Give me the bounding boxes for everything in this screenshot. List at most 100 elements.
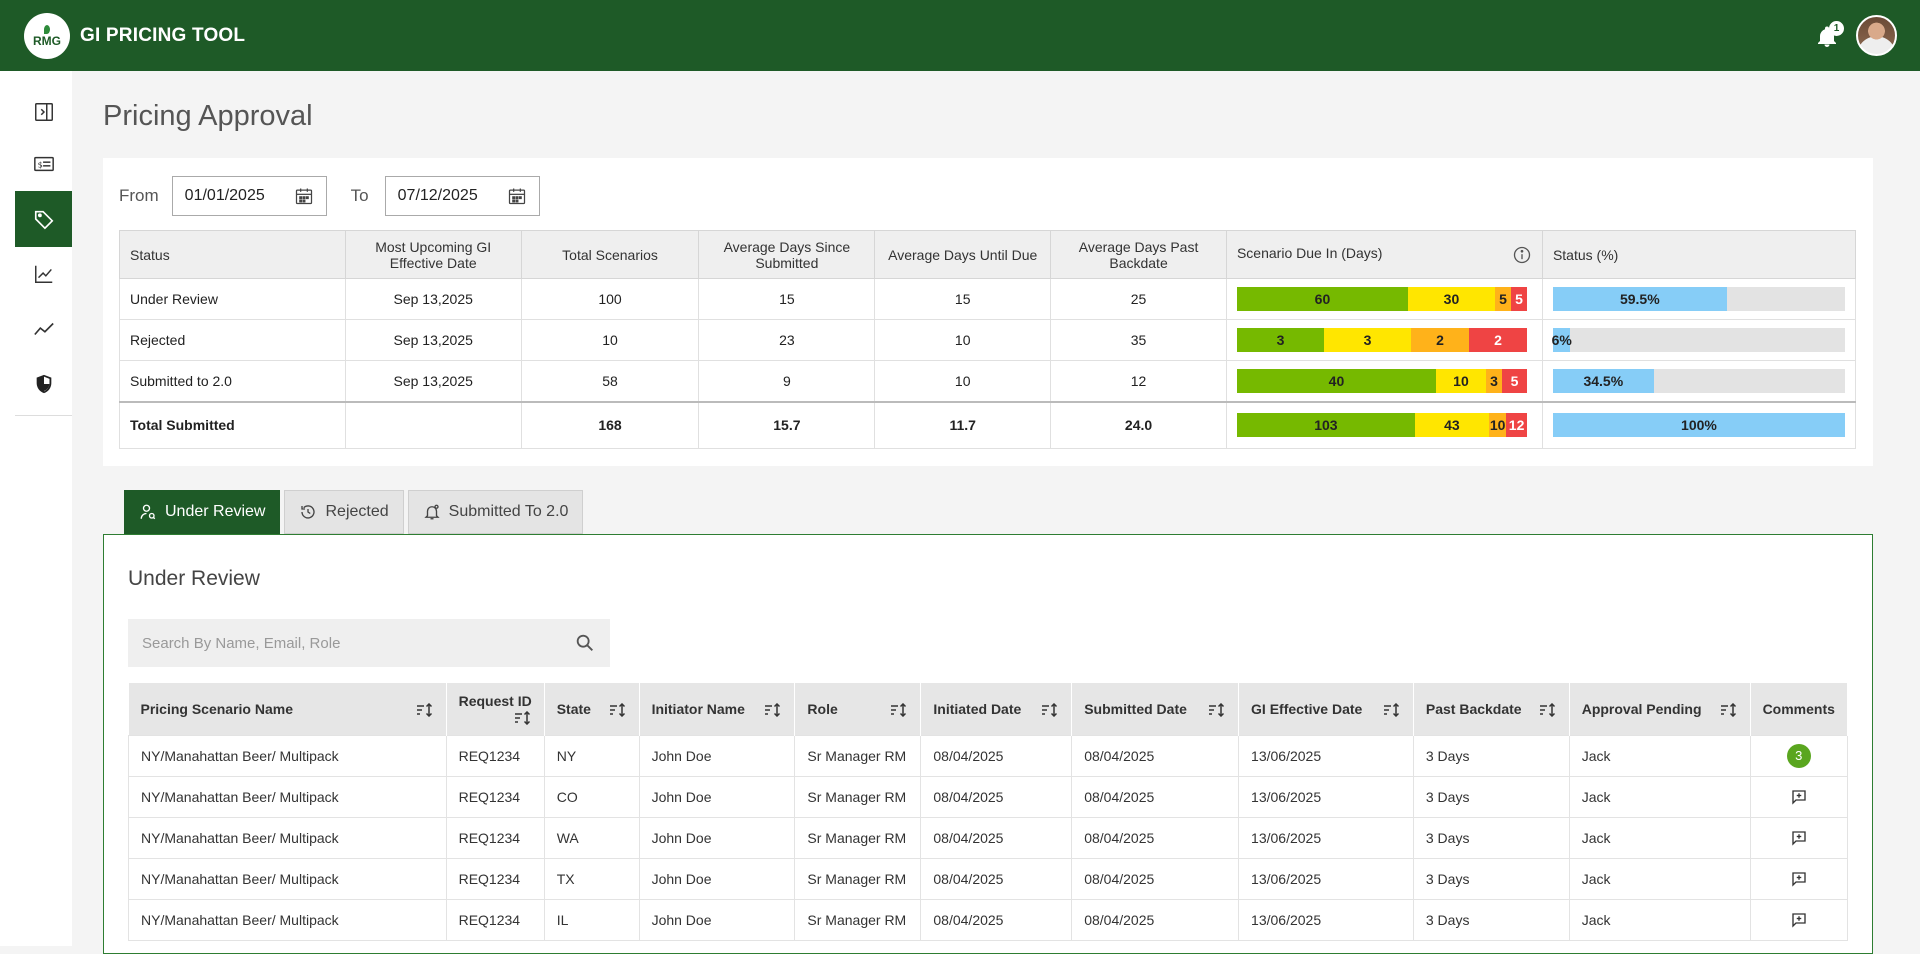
- expand-sidebar-icon[interactable]: [15, 85, 72, 139]
- sort-icon[interactable]: [1383, 702, 1401, 717]
- column-header[interactable]: Submitted Date: [1071, 683, 1240, 735]
- pricing-card-icon[interactable]: $: [15, 137, 72, 191]
- status-progress-fill: 34.5%: [1552, 368, 1654, 393]
- from-label: From: [119, 186, 159, 205]
- cell-comments: [1749, 898, 1849, 941]
- add-comment-icon[interactable]: [1790, 870, 1808, 888]
- analytics-chart-icon[interactable]: [15, 247, 72, 301]
- column-header[interactable]: Role: [794, 683, 922, 735]
- sort-icon[interactable]: [1539, 702, 1557, 717]
- table-row[interactable]: NY/Manahattan Beer/ Multipack REQ1234 IL Jo…: [128, 898, 1849, 941]
- due-segment-red: 5: [1510, 287, 1527, 311]
- due-stacked-bar: 40 10 3 5: [1236, 368, 1527, 393]
- cell-role: Sr Manager RM: [794, 775, 922, 818]
- due-segment-green: 40: [1236, 368, 1436, 393]
- table-row[interactable]: NY/Manahattan Beer/ Multipack REQ1234 CO Jo…: [128, 775, 1849, 818]
- add-comment-icon[interactable]: [1790, 911, 1808, 929]
- column-header[interactable]: Past Backdate: [1413, 683, 1570, 735]
- summary-header-row: Status Most Upcoming GI Effective Date T…: [119, 230, 1857, 279]
- column-header[interactable]: Approval Pending: [1569, 683, 1751, 735]
- to-date-field[interactable]: 07/12/2025: [384, 176, 540, 216]
- table-header-row: Pricing Scenario Name Request ID State Init…: [128, 683, 1849, 735]
- column-header-label: Pricing Scenario Name: [140, 700, 294, 717]
- under-review-panel: Under Review Pricing Scenario Name Reques…: [103, 534, 1873, 954]
- cell-name: NY/Manahattan Beer/ Multipack: [128, 816, 447, 859]
- summary-cell-past: 25: [1050, 278, 1227, 320]
- security-shield-icon[interactable]: [15, 357, 72, 411]
- sort-icon[interactable]: [1208, 702, 1226, 717]
- summary-cell-date: Sep 13,2025: [344, 360, 522, 402]
- summary-cell-status: Total Submitted: [119, 400, 346, 449]
- summary-row: Submitted to 2.0 Sep 13,2025 58 9 10 12 40 10 3 5…: [119, 360, 1857, 402]
- column-header[interactable]: Pricing Scenario Name: [128, 683, 447, 735]
- column-header[interactable]: Initiated Date: [920, 683, 1073, 735]
- sidebar: $: [0, 71, 72, 946]
- summary-cell-until: 10: [874, 319, 1052, 361]
- add-comment-icon[interactable]: [1790, 829, 1808, 847]
- due-segment-green: 3: [1236, 328, 1324, 352]
- to-label: To: [350, 186, 369, 205]
- calendar-icon[interactable]: [294, 186, 314, 206]
- column-header-label: Initiator Name: [651, 700, 745, 717]
- search-icon[interactable]: [574, 632, 596, 654]
- status-progress-fill: 6%: [1552, 328, 1572, 352]
- trend-line-icon[interactable]: [15, 302, 72, 356]
- column-header[interactable]: State: [544, 683, 640, 735]
- cell-role: Sr Manager RM: [794, 857, 922, 900]
- rmg-logo[interactable]: RMG: [24, 12, 70, 59]
- due-segment-yellow: 10: [1435, 368, 1486, 393]
- search-input[interactable]: [142, 634, 542, 652]
- status-tabs: Under Review Rejected Submitted To 2.0: [124, 490, 584, 534]
- pricing-approval-tag-icon[interactable]: [15, 191, 72, 247]
- sort-icon[interactable]: [764, 702, 782, 717]
- column-header[interactable]: Comments: [1750, 683, 1849, 735]
- notification-count-badge: 1: [1829, 21, 1844, 36]
- sort-icon[interactable]: [1720, 702, 1738, 717]
- tab-label: Under Review: [165, 503, 266, 520]
- tab-label: Submitted To 2.0: [448, 503, 569, 520]
- summary-col-since: Average Days Since Submitted: [698, 230, 876, 279]
- date-range-filter: From 01/01/2025 To 07/12/2025: [119, 176, 540, 216]
- table-row[interactable]: NY/Manahattan Beer/ Multipack REQ1234 TX Jo…: [128, 857, 1849, 900]
- tab-under-review[interactable]: Under Review: [124, 490, 281, 534]
- summary-cell-since: 15: [698, 278, 876, 320]
- cell-pending: Jack: [1568, 857, 1751, 900]
- tab-rejected[interactable]: Rejected: [284, 490, 404, 534]
- summary-cell-due: 103 43 10 12: [1225, 400, 1543, 449]
- search-box: [128, 619, 610, 667]
- due-segment-red: 12: [1506, 413, 1527, 438]
- column-header[interactable]: GI Effective Date: [1238, 683, 1414, 735]
- add-comment-icon[interactable]: [1790, 788, 1808, 806]
- sort-icon[interactable]: [514, 710, 532, 725]
- cell-past: 3 Days: [1412, 734, 1570, 777]
- summary-col-until: Average Days Until Due: [874, 230, 1052, 279]
- cell-initiator: John Doe: [638, 734, 796, 777]
- column-header[interactable]: Initiator Name: [639, 683, 796, 735]
- summary-cell-past: 12: [1050, 360, 1227, 402]
- cell-role: Sr Manager RM: [794, 816, 922, 859]
- due-header-label: Scenario Due In (Days): [1236, 244, 1383, 261]
- from-date-field[interactable]: 01/01/2025: [171, 176, 327, 216]
- sort-icon[interactable]: [1041, 702, 1059, 717]
- tab-submitted[interactable]: Submitted To 2.0: [407, 490, 584, 534]
- cell-initiator: John Doe: [638, 857, 796, 900]
- info-icon[interactable]: [1512, 245, 1532, 265]
- summary-cell-status: Submitted to 2.0: [119, 360, 346, 402]
- summary-cell-since: 23: [698, 319, 876, 361]
- sidebar-divider: [15, 415, 72, 416]
- table-row[interactable]: NY/Manahattan Beer/ Multipack REQ1234 WA Jo…: [128, 816, 1849, 859]
- cell-name: NY/Manahattan Beer/ Multipack: [128, 734, 447, 777]
- summary-cell-date: [344, 400, 522, 449]
- summary-row: Rejected Sep 13,2025 10 23 10 35 3 3 2 2 6%: [119, 319, 1857, 361]
- column-header[interactable]: Request ID: [446, 683, 545, 735]
- sort-icon[interactable]: [890, 702, 908, 717]
- sort-icon[interactable]: [609, 702, 627, 717]
- calendar-icon[interactable]: [507, 186, 527, 206]
- summary-cell-date: Sep 13,2025: [344, 319, 522, 361]
- user-avatar[interactable]: [1856, 15, 1897, 56]
- comment-count-badge[interactable]: 3: [1786, 743, 1811, 768]
- history-icon: [301, 505, 316, 519]
- cell-initiator: John Doe: [638, 816, 796, 859]
- table-row[interactable]: NY/Manahattan Beer/ Multipack REQ1234 NY Jo…: [128, 734, 1849, 777]
- sort-icon[interactable]: [416, 702, 434, 717]
